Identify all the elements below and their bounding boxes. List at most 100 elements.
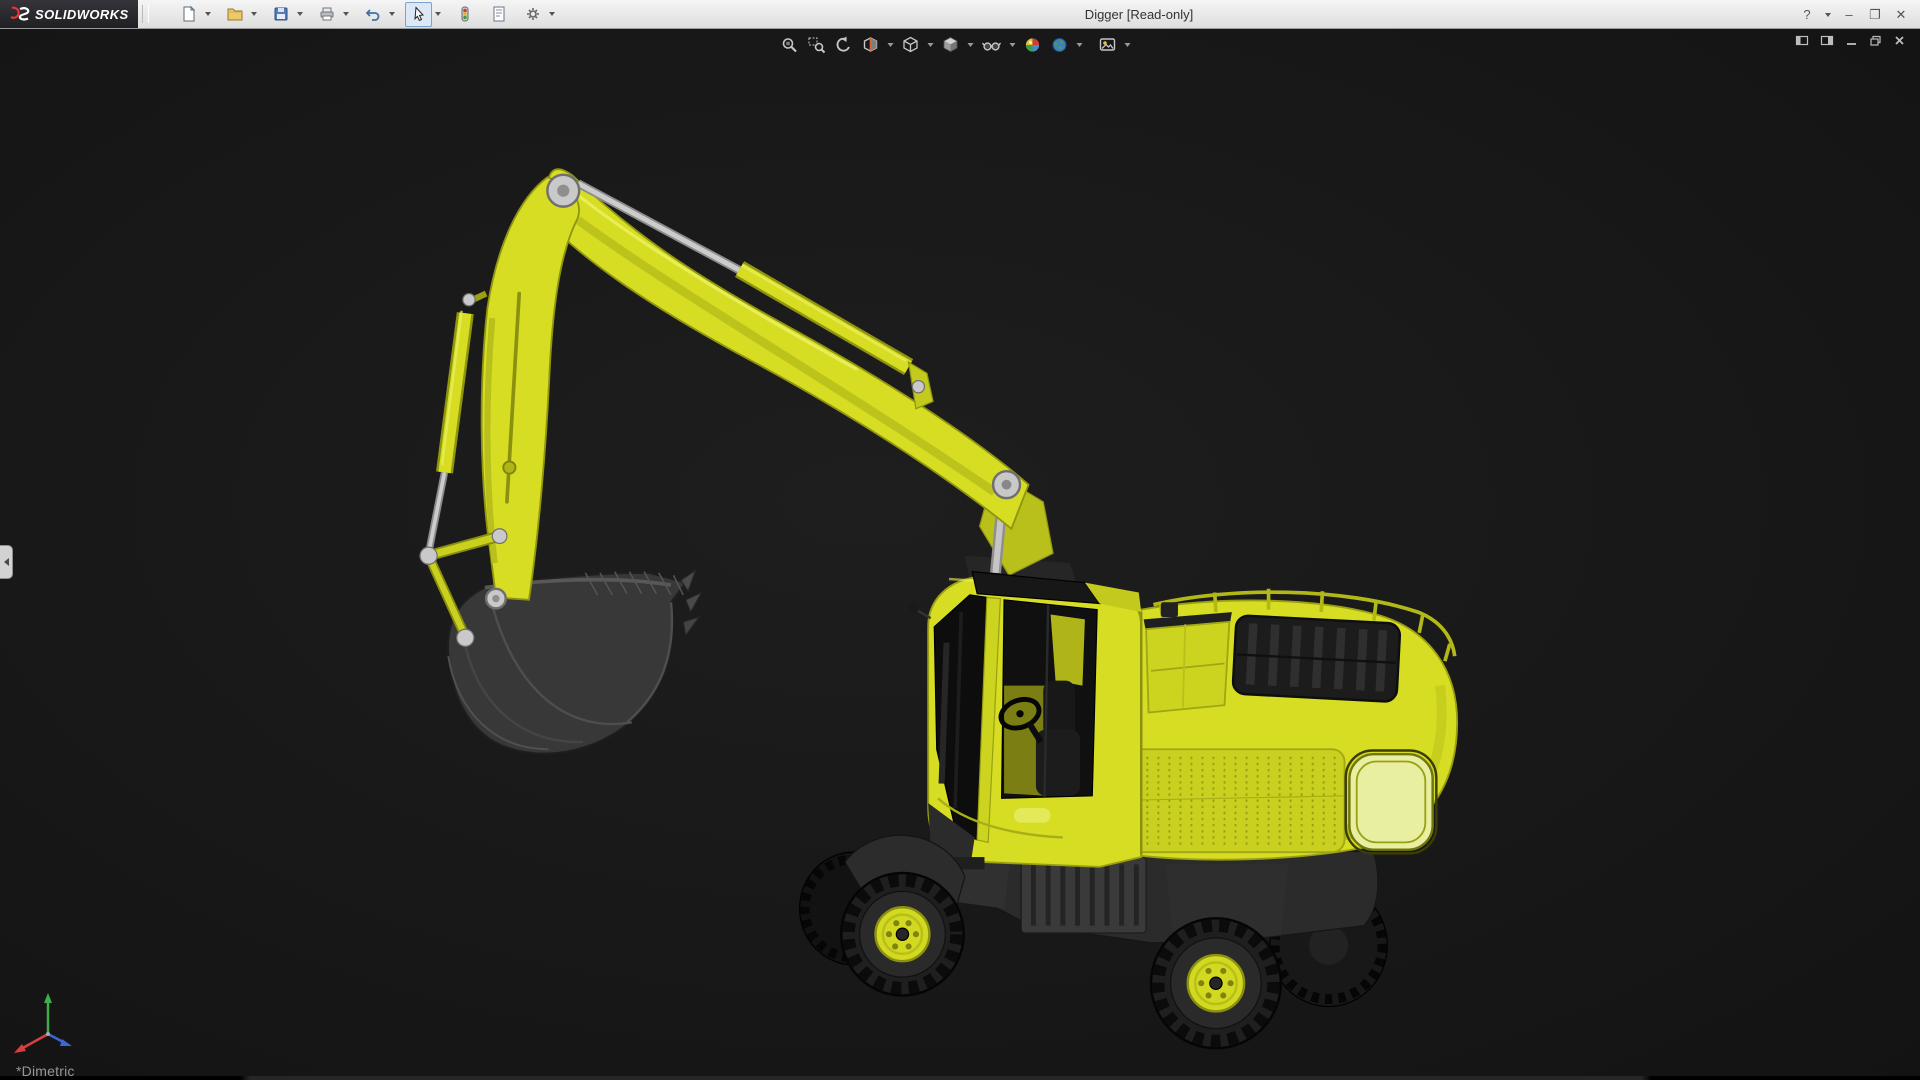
toolbar-grip[interactable] xyxy=(142,5,149,23)
rear-wheel[interactable] xyxy=(1149,917,1283,1050)
zoom-to-fit-button[interactable] xyxy=(777,32,803,57)
restore-icon xyxy=(1870,35,1881,46)
edit-appearance-button[interactable] xyxy=(1020,32,1046,57)
engine-body[interactable] xyxy=(1103,588,1459,861)
engine-vents xyxy=(1231,614,1402,703)
chevron-down-icon xyxy=(1009,42,1016,47)
save-dropdown[interactable] xyxy=(294,2,306,27)
file-properties-button[interactable] xyxy=(485,2,512,27)
view-orientation-cube-icon xyxy=(903,36,918,52)
print-button[interactable] xyxy=(313,2,340,27)
chevron-down-icon xyxy=(1825,12,1831,17)
undo-dropdown[interactable] xyxy=(386,2,398,27)
undo-button[interactable] xyxy=(359,2,386,27)
undo-icon xyxy=(365,9,379,21)
open-button[interactable] xyxy=(221,2,248,27)
select-button[interactable] xyxy=(405,1,432,27)
view-orientation-dropdown[interactable] xyxy=(925,32,937,57)
taskbar-edge xyxy=(0,1076,1920,1080)
graphics-area[interactable]: *Dimetric xyxy=(0,29,1920,1080)
display-style-cube-icon xyxy=(943,36,958,52)
pane-left-icon xyxy=(1795,35,1809,46)
new-document-icon xyxy=(183,5,195,22)
digger-model[interactable] xyxy=(0,29,1920,1080)
view-orientation-button[interactable] xyxy=(898,32,924,57)
rebuild-button[interactable] xyxy=(451,2,478,27)
apply-scene-button[interactable] xyxy=(1047,32,1073,57)
display-style-dropdown[interactable] xyxy=(965,32,977,57)
options-gear-icon xyxy=(526,8,539,20)
window-title: Digger [Read-only] xyxy=(1084,6,1194,22)
feature-manager-collapsed-tab[interactable] xyxy=(0,545,13,579)
orientation-triad[interactable] xyxy=(8,988,88,1068)
minimize-icon xyxy=(1847,43,1856,45)
chevron-down-icon xyxy=(549,12,555,16)
document-close-button[interactable] xyxy=(1893,34,1906,47)
rebuild-icon xyxy=(461,6,468,22)
maximize-button[interactable]: ❐ xyxy=(1864,4,1886,26)
previous-view-icon xyxy=(836,36,850,52)
select-dropdown[interactable] xyxy=(432,2,444,27)
zoom-to-area-button[interactable] xyxy=(804,32,830,57)
new-document-dropdown[interactable] xyxy=(202,2,214,27)
titlebar: SOLIDWORKS Digger [Read-only] ? – ❐ ✕ xyxy=(0,0,1920,29)
chevron-down-icon xyxy=(297,12,303,16)
ds-logo-icon xyxy=(10,6,30,21)
zoom-to-fit-icon xyxy=(782,37,797,52)
print-icon xyxy=(320,7,333,21)
hide-show-items-button[interactable] xyxy=(978,32,1006,57)
save-icon xyxy=(274,7,287,21)
options-dropdown[interactable] xyxy=(546,2,558,27)
document-restore-button[interactable] xyxy=(1869,34,1882,47)
section-view-button[interactable] xyxy=(858,32,884,57)
close-icon xyxy=(1895,36,1904,45)
save-button[interactable] xyxy=(267,2,294,27)
help-button[interactable]: ? xyxy=(1796,4,1818,26)
help-dropdown[interactable] xyxy=(1822,2,1834,27)
chevron-left-icon xyxy=(3,558,9,566)
triad-y-axis xyxy=(44,993,52,1034)
chevron-down-icon xyxy=(389,12,395,16)
previous-view-button[interactable] xyxy=(831,32,857,57)
hide-show-items-dropdown[interactable] xyxy=(1007,32,1019,57)
brand-text: SOLIDWORKS xyxy=(35,6,129,22)
pane-right-button[interactable] xyxy=(1820,34,1834,47)
zoom-to-area-icon xyxy=(808,37,826,53)
solidworks-logo: SOLIDWORKS xyxy=(0,0,138,28)
triad-origin xyxy=(46,1032,50,1036)
document-window-controls xyxy=(1795,34,1906,47)
select-cursor-icon xyxy=(413,6,424,22)
chevron-down-icon xyxy=(967,42,974,47)
display-style-button[interactable] xyxy=(938,32,964,57)
hide-show-glasses-icon xyxy=(981,41,1002,51)
chevron-down-icon xyxy=(927,42,934,47)
file-properties-icon xyxy=(493,6,504,22)
chevron-down-icon xyxy=(887,42,894,47)
open-folder-icon xyxy=(227,8,242,21)
close-button[interactable]: ✕ xyxy=(1890,4,1912,26)
chevron-down-icon xyxy=(435,12,441,16)
view-toolbar xyxy=(777,32,1134,57)
view-settings-icon xyxy=(1099,37,1116,51)
options-button[interactable] xyxy=(519,2,546,27)
chevron-down-icon xyxy=(205,12,211,16)
edit-appearance-ball-icon xyxy=(1026,38,1039,51)
window-controls: ? – ❐ ✕ xyxy=(1796,0,1912,29)
chevron-down-icon xyxy=(1076,42,1083,47)
view-settings-dropdown[interactable] xyxy=(1122,32,1134,57)
minimize-button[interactable]: – xyxy=(1838,4,1860,26)
print-dropdown[interactable] xyxy=(340,2,352,27)
chevron-down-icon xyxy=(251,12,257,16)
triad-x-axis xyxy=(14,1032,49,1053)
section-view-icon xyxy=(863,36,878,52)
view-settings-button[interactable] xyxy=(1095,32,1121,57)
new-document-button[interactable] xyxy=(175,2,202,27)
document-minimize-button[interactable] xyxy=(1845,34,1858,47)
front-wheel[interactable] xyxy=(840,871,965,997)
apply-scene-dropdown[interactable] xyxy=(1074,32,1086,57)
open-dropdown[interactable] xyxy=(248,2,260,27)
triad-z-axis xyxy=(47,1032,72,1046)
apply-scene-globe-icon xyxy=(1052,37,1067,52)
pane-left-button[interactable] xyxy=(1795,34,1809,47)
section-view-dropdown[interactable] xyxy=(885,32,897,57)
